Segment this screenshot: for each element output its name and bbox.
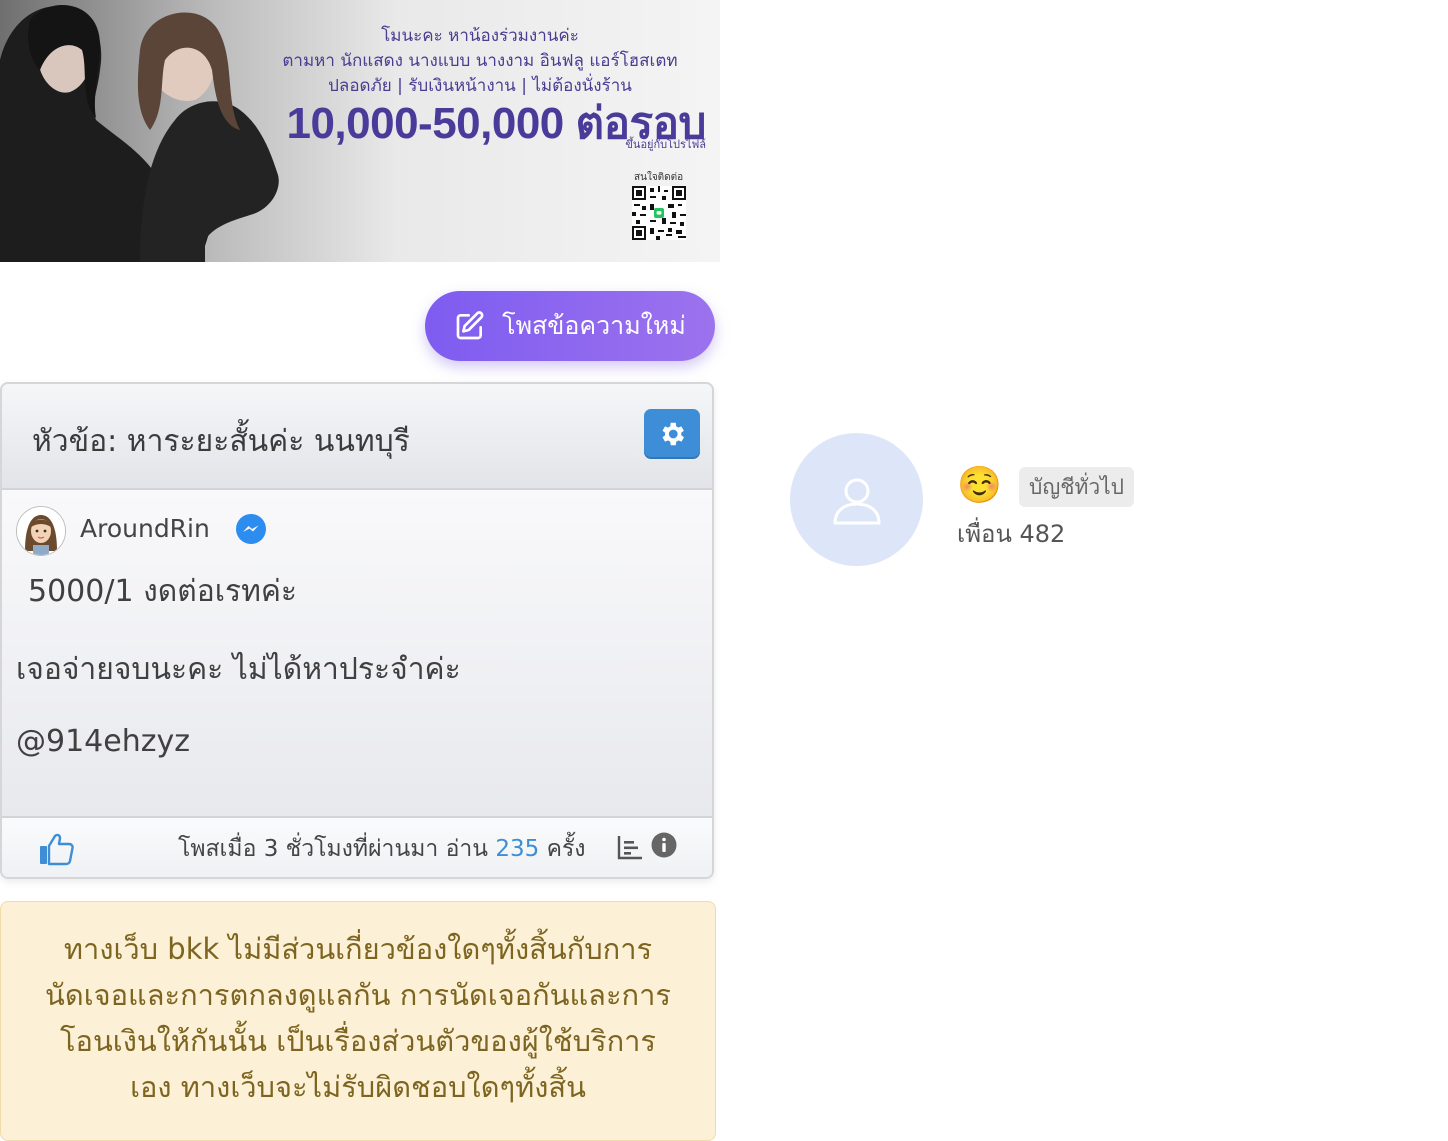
author-avatar[interactable] xyxy=(16,506,66,556)
read-count: 235 xyxy=(495,836,540,862)
stats-icon[interactable] xyxy=(616,833,644,861)
thumbs-up-icon[interactable] xyxy=(38,832,74,866)
gear-icon xyxy=(662,422,684,446)
friends-count[interactable]: เพื่อน 482 xyxy=(957,514,1065,553)
qr-code-icon[interactable] xyxy=(632,186,686,240)
new-post-button[interactable]: โพสข้อความใหม่ xyxy=(425,291,715,361)
profile-avatar[interactable] xyxy=(790,433,923,566)
post-line-1: 5000/1 งดต่อเรทค่ะ xyxy=(28,574,298,609)
disclaimer-line-3: โอนเงินให้กันนั้น เป็นเรื่องส่วนตัวของผู… xyxy=(59,1024,656,1058)
post-body: AroundRin 5000/1 งดต่อเรทค่ะ เจอจ่ายจบนะ… xyxy=(2,490,712,816)
new-post-label: โพสข้อความใหม่ xyxy=(502,311,686,340)
disclaimer-line-4: เอง ทางเว็บจะไม่รับผิดชอบใดๆทั้งสิ้น xyxy=(130,1070,586,1104)
info-icon[interactable] xyxy=(651,832,677,858)
disclaimer-line-1: ทางเว็บ bkk ไม่มีส่วนเกี่ยวข้องใดๆทั้งสิ… xyxy=(63,932,653,966)
messenger-icon[interactable] xyxy=(235,513,267,545)
post-line-3: @914ehzyz xyxy=(16,724,190,759)
girl-avatar-icon xyxy=(17,507,65,555)
user-icon xyxy=(833,478,880,524)
banner-note: ขึ้นอยู่กับโปรไฟล์ xyxy=(625,138,706,151)
post-title: หัวข้อ: หาระยะสั้นค่ะ นนทบุรี xyxy=(32,424,410,459)
ad-banner[interactable]: โมนะคะ หาน้องร่วมงานค่ะ ตามหา นักแสดง นา… xyxy=(0,0,720,262)
post-line-2: เจอจ่ายจบนะคะ ไม่ได้หาประจำค่ะ xyxy=(16,652,461,687)
disclaimer-notice: ทางเว็บ bkk ไม่มีส่วนเกี่ยวข้องใดๆทั้งสิ… xyxy=(0,901,716,1141)
edit-icon xyxy=(456,311,484,340)
author-name[interactable]: AroundRin xyxy=(80,514,210,543)
post-footer: โพสเมื่อ 3 ชั่วโมงที่ผ่านมา อ่าน 235 ครั… xyxy=(2,816,712,877)
account-type-badge: บัญชีทั่วไป xyxy=(1019,467,1135,507)
banner-line-1: โมนะคะ หาน้องร่วมงานค่ะ xyxy=(381,26,579,46)
post-card: หัวข้อ: หาระยะสั้นค่ะ นนทบุรี AroundRin … xyxy=(0,382,714,879)
post-meta-suffix: ครั้ง xyxy=(546,836,586,862)
banner-contact-label: สนใจติดต่อ xyxy=(634,172,684,183)
post-meta: โพสเมื่อ 3 ชั่วโมงที่ผ่านมา อ่าน 235 ครั… xyxy=(178,831,586,867)
profile-emoji: ☺️ xyxy=(957,465,1002,506)
banner-line-2: ตามหา นักแสดง นางแบบ นางงาม อินฟลู แอร์โ… xyxy=(282,51,678,71)
post-header: หัวข้อ: หาระยะสั้นค่ะ นนทบุรี xyxy=(2,384,712,490)
disclaimer-line-2: นัดเจอและการตกลงดูแลกัน การนัดเจอกันและก… xyxy=(45,978,671,1012)
settings-button[interactable] xyxy=(644,409,700,459)
post-meta-prefix: โพสเมื่อ 3 ชั่วโมงที่ผ่านมา อ่าน xyxy=(178,836,489,862)
left-column: โมนะคะ หาน้องร่วมงานค่ะ ตามหา นักแสดง นา… xyxy=(0,0,720,1141)
